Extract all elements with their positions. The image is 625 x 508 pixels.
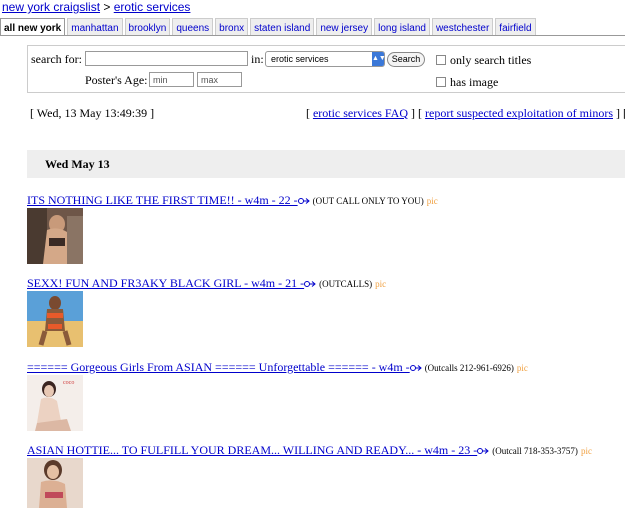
bracket-close: ] [: [616, 106, 625, 120]
bracket-open: [: [305, 106, 313, 120]
tab-long-island[interactable]: long island: [374, 18, 430, 36]
post-location: (Outcalls 212-961-6926): [424, 363, 514, 373]
report-link[interactable]: report suspected exploitation of minors: [425, 106, 613, 120]
age-min-input[interactable]: min: [149, 72, 194, 87]
post-title-link[interactable]: ====== Gorgeous Girls From ASIAN ====== …: [27, 360, 410, 374]
tab-brooklyn[interactable]: brooklyn: [124, 18, 171, 36]
post-location: (OUTCALLS): [319, 279, 373, 289]
list-item: ASIAN HOTTIE... TO FULFILL YOUR DREAM...…: [27, 443, 592, 458]
tab-westchester[interactable]: westchester: [431, 18, 494, 36]
section-link[interactable]: erotic services: [114, 0, 191, 14]
tab-new-jersey[interactable]: new jersey: [316, 18, 373, 36]
age-max-placeholder: max: [201, 75, 219, 85]
pic-badge: pic: [580, 446, 592, 456]
has-image-checkbox[interactable]: [436, 77, 446, 87]
post-thumbnail[interactable]: [27, 458, 83, 508]
pic-badge: pic: [426, 196, 438, 206]
only-titles-checkbox[interactable]: [436, 55, 446, 65]
search-panel: search for: in: erotic services ▲▼ Searc…: [27, 45, 625, 93]
map-arrow-icon: [304, 281, 316, 288]
post-location: (OUT CALL ONLY TO YOU): [312, 196, 424, 206]
has-image-label: has image: [450, 75, 499, 89]
search-input[interactable]: [85, 51, 248, 66]
post-thumbnail[interactable]: coco: [27, 375, 83, 431]
site-home-link[interactable]: new york craigslist: [2, 0, 100, 14]
post-location: (Outcall 718-353-3757): [492, 446, 578, 456]
category-select-value: erotic services: [271, 54, 329, 64]
post-title-link[interactable]: ASIAN HOTTIE... TO FULFILL YOUR DREAM...…: [27, 443, 477, 457]
tab-bronx[interactable]: bronx: [215, 18, 249, 36]
faq-link[interactable]: erotic services FAQ: [313, 106, 408, 120]
tab-queens[interactable]: queens: [172, 18, 214, 36]
tab-all-new-york[interactable]: all new york: [0, 18, 66, 36]
age-max-input[interactable]: max: [197, 72, 242, 87]
search-for-label: search for:: [31, 52, 82, 66]
thumbnail-caption: coco: [63, 380, 74, 386]
tab-divider: [0, 35, 625, 36]
day-header-label: Wed May 13: [45, 157, 110, 171]
region-tabs: all new york manhattan brooklyn queens b…: [0, 18, 538, 36]
tab-fairfield[interactable]: fairfield: [495, 18, 536, 36]
age-min-placeholder: min: [153, 75, 168, 85]
breadcrumb-separator: >: [103, 0, 111, 14]
chevron-down-icon: ▲▼: [372, 52, 386, 66]
pic-badge: pic: [516, 363, 528, 373]
age-label: Poster's Age:: [85, 73, 148, 87]
tab-manhattan[interactable]: manhattan: [67, 18, 123, 36]
post-title-link[interactable]: SEXX! FUN AND FR3AKY BLACK GIRL - w4m - …: [27, 276, 304, 290]
map-arrow-icon: [297, 198, 310, 205]
pic-badge: pic: [375, 279, 387, 289]
list-item: SEXX! FUN AND FR3AKY BLACK GIRL - w4m - …: [27, 276, 386, 291]
day-header: Wed May 13: [27, 150, 625, 178]
post-title-link[interactable]: ITS NOTHING LIKE THE FIRST TIME!! - w4m …: [27, 193, 298, 207]
list-item: ITS NOTHING LIKE THE FIRST TIME!! - w4m …: [27, 193, 438, 208]
category-select[interactable]: erotic services ▲▼: [265, 51, 386, 67]
breadcrumb: new york craigslist > erotic services: [2, 0, 190, 14]
list-item: ====== Gorgeous Girls From ASIAN ====== …: [27, 360, 528, 375]
tab-staten-island[interactable]: staten island: [250, 18, 315, 36]
top-links: [ erotic services FAQ ] [ report suspect…: [306, 106, 625, 121]
only-titles-label: only search titles: [450, 53, 532, 67]
post-thumbnail[interactable]: [27, 208, 83, 264]
search-button[interactable]: Search: [387, 52, 425, 67]
in-label: in:: [251, 52, 264, 66]
map-arrow-icon: [409, 365, 422, 372]
bracket-mid: ] [: [408, 106, 426, 120]
timestamp: [ Wed, 13 May 13:49:39 ]: [30, 106, 155, 120]
map-arrow-icon: [477, 448, 489, 455]
post-thumbnail[interactable]: [27, 291, 83, 347]
